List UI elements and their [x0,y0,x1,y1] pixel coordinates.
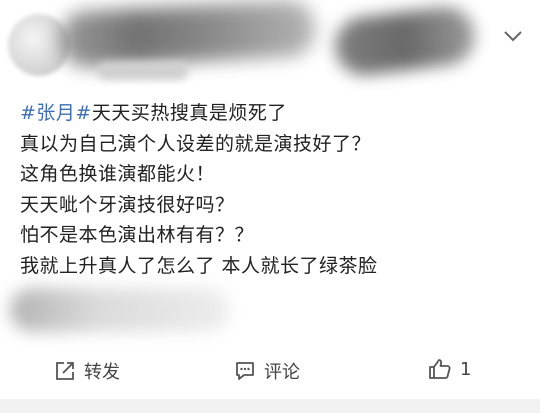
post-line-4: 天天呲个牙演技很好吗？ [20,193,235,216]
feed-separator [0,399,540,413]
action-bar: 转发 评论 1 [0,350,540,392]
chevron-down-icon[interactable] [503,28,523,44]
redacted-username [58,0,317,69]
post-line-5: 怕不是本色演出林有有？？ [20,224,255,246]
redacted-comment-preview [10,288,230,332]
comment-label: 评论 [264,362,300,383]
post-line-1: #张月#天天买热搜真是烦死了 [20,98,525,129]
hashtag-link[interactable]: #张月# [20,102,92,124]
post-line-6: 我就上升真人了怎么了 本人就长了绿茶脸 [20,254,378,277]
redacted-badge [331,3,479,79]
post-line-3: 这角色换谁演都能火！ [20,163,216,185]
post-text: 天天买热搜真是烦死了 [91,102,287,124]
repost-label: 转发 [84,362,120,383]
repost-icon [56,362,74,380]
redacted-timestamp [98,62,188,80]
repost-button[interactable]: 转发 [54,358,120,384]
post-header [0,0,540,92]
like-button[interactable]: 1 [428,358,471,380]
like-count: 1 [460,358,472,380]
comment-button[interactable]: 评论 [234,358,300,384]
post-content: #张月#天天买热搜真是烦死了 真以为自己演个人设差的就是演技好了？ 这角色换谁演… [20,98,525,281]
comment-icon [236,362,254,380]
post-line-2: 真以为自己演个人设差的就是演技好了？ [20,132,372,155]
thumbs-up-icon [429,359,451,379]
